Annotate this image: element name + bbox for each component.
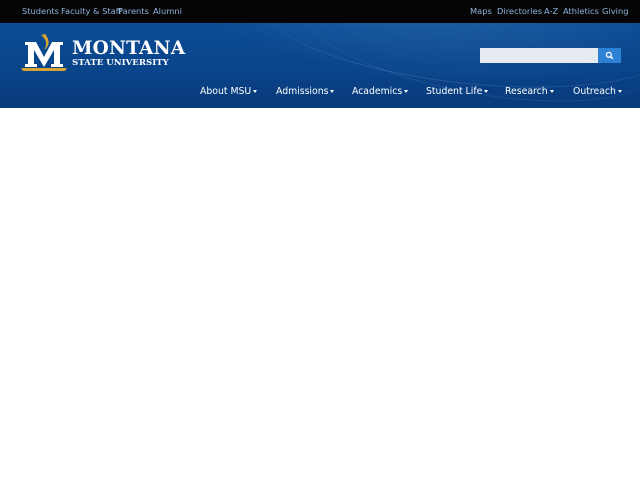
search-button[interactable] <box>598 48 621 63</box>
nav-item-research[interactable]: Research <box>505 86 554 98</box>
utility-link-directories[interactable]: Directories <box>497 6 542 17</box>
caret-down-icon <box>617 90 622 93</box>
caret-down-icon <box>330 90 335 93</box>
nav-item-label: Student Life <box>426 86 483 97</box>
utility-link-maps[interactable]: Maps <box>470 6 492 17</box>
nav-item-admissions[interactable]: Admissions <box>276 86 335 98</box>
nav-item-label: About MSU <box>200 86 252 97</box>
utility-link-faculty-staff[interactable]: Faculty & Staff <box>61 6 121 17</box>
caret-down-icon <box>404 90 409 93</box>
search-icon <box>605 51 614 60</box>
utility-link-students[interactable]: Students <box>22 6 59 17</box>
nav-item-label: Academics <box>352 86 403 97</box>
logo-text-state-university: STATE UNIVERSITY <box>72 58 169 68</box>
nav-item-student-life[interactable]: Student Life <box>426 86 489 98</box>
msu-logo-mark-icon <box>21 34 67 71</box>
utility-bar: Students Faculty & Staff Parents Alumni … <box>0 0 640 23</box>
nav-item-label: Admissions <box>276 86 329 97</box>
nav-item-outreach[interactable]: Outreach <box>573 86 622 98</box>
utility-link-alumni[interactable]: Alumni <box>153 6 182 17</box>
caret-down-icon <box>484 90 489 93</box>
utility-link-giving[interactable]: Giving <box>602 6 628 17</box>
logo-text-montana: MONTANA <box>72 38 186 59</box>
page-content <box>0 108 640 480</box>
caret-down-icon <box>549 90 554 93</box>
nav-item-academics[interactable]: Academics <box>352 86 409 98</box>
search-input[interactable] <box>480 48 598 63</box>
utility-link-a-z[interactable]: A-Z <box>544 6 558 17</box>
nav-item-label: Outreach <box>573 86 616 97</box>
caret-down-icon <box>253 90 258 93</box>
msu-logo[interactable]: MONTANA STATE UNIVERSITY <box>19 33 185 75</box>
site-header: MONTANA STATE UNIVERSITY About MSU Admis… <box>0 23 640 108</box>
search-form <box>480 48 621 63</box>
utility-link-athletics[interactable]: Athletics <box>563 6 599 17</box>
utility-link-parents[interactable]: Parents <box>118 6 149 17</box>
nav-item-label: Research <box>505 86 548 97</box>
nav-item-about-msu[interactable]: About MSU <box>200 86 258 98</box>
